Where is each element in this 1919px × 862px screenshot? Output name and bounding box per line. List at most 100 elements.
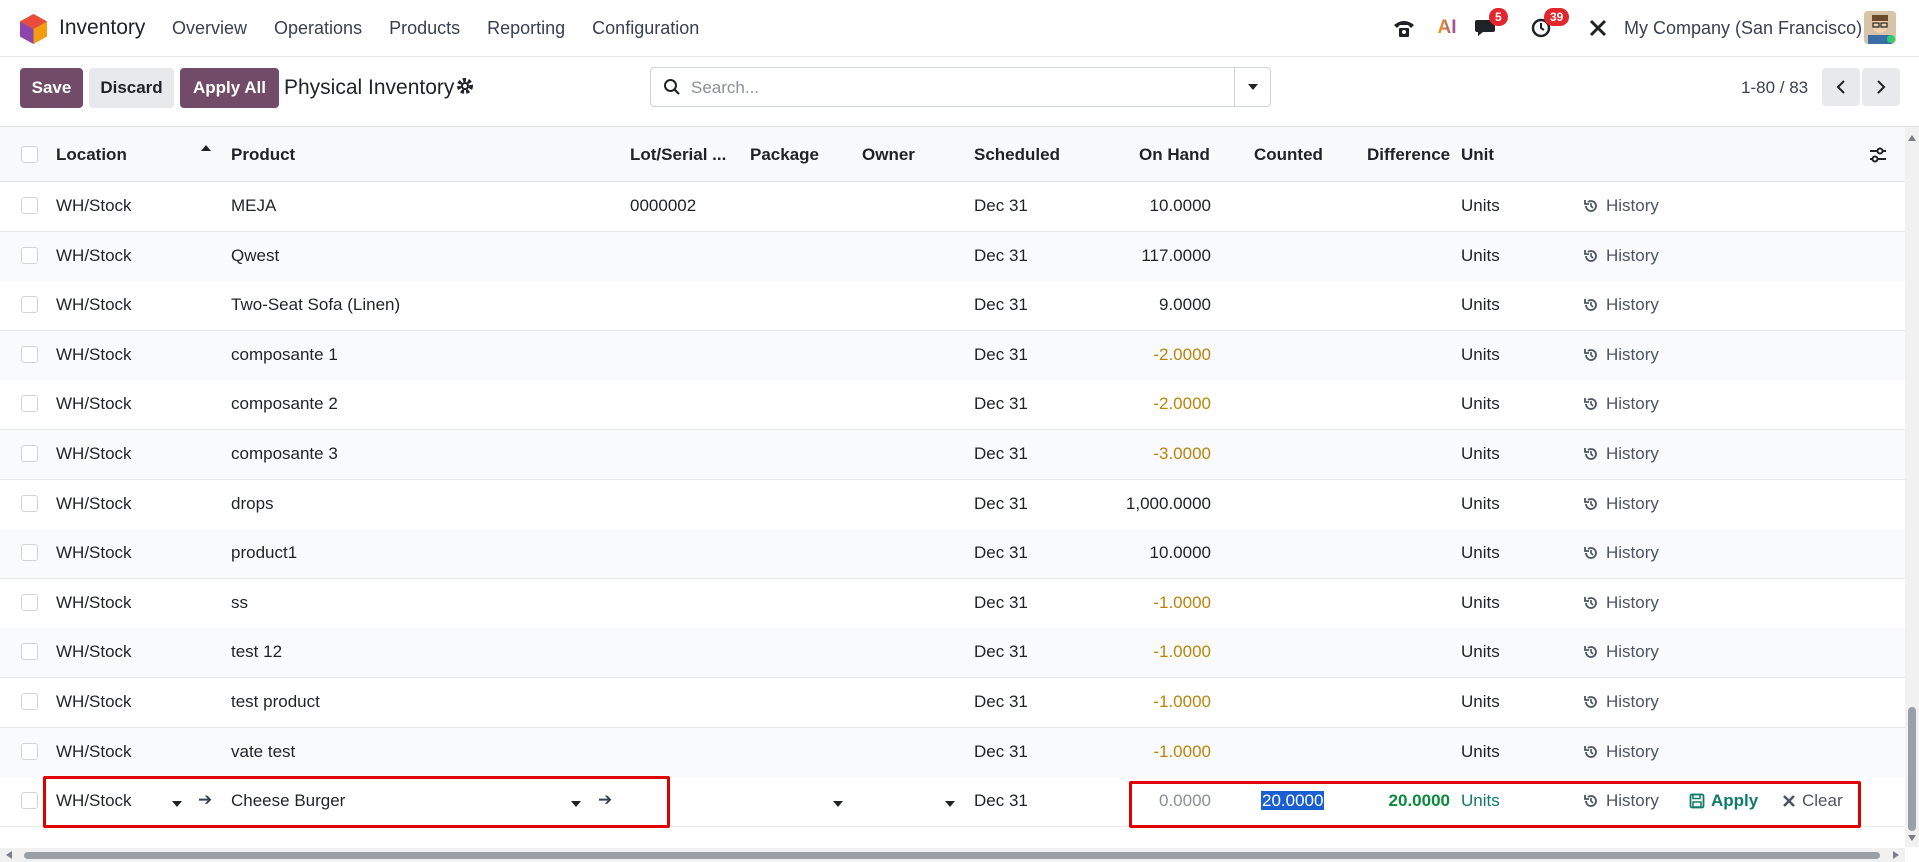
location-cell: WH/Stock [56,592,132,612]
menu-configuration[interactable]: Configuration [592,18,699,39]
phone-icon[interactable] [1391,16,1417,40]
history-button[interactable]: History [1583,295,1659,315]
control-panel: Save Discard Apply All Physical Inventor… [0,57,1919,127]
pager-value[interactable]: 1-80 / 83 [1741,78,1808,98]
table-row[interactable]: WH/Stock Two-Seat Sofa (Linen) Dec 31 9.000… [0,281,1905,332]
page-title: Physical Inventory [284,76,455,99]
package-dropdown-icon[interactable] [833,801,843,807]
history-button[interactable]: History [1583,196,1659,216]
history-label: History [1606,245,1659,265]
table-row[interactable]: WH/Stock product1 Dec 31 10.0000 Units Histor… [0,529,1905,580]
on-hand-cell: 10.0000 [1149,196,1211,215]
search-input[interactable] [691,76,1211,100]
vertical-scroll-thumb[interactable] [1908,707,1916,831]
row-checkbox[interactable] [21,197,38,214]
column-owner[interactable]: Owner [862,145,915,165]
row-checkbox[interactable] [21,593,38,611]
history-button[interactable]: History [1583,642,1659,662]
column-product[interactable]: Product [231,145,295,165]
column-location[interactable]: Location [56,145,127,165]
activity-clock-icon[interactable]: 39 [1528,8,1570,40]
row-checkbox[interactable] [21,395,38,413]
column-unit[interactable]: Unit [1461,145,1494,165]
history-button[interactable]: History [1583,246,1659,266]
history-button[interactable]: History [1583,394,1659,414]
column-on-hand[interactable]: On Hand [1139,145,1210,165]
history-label: History [1606,592,1659,612]
row-checkbox[interactable] [21,742,38,760]
horizontal-scrollbar[interactable] [0,848,1905,862]
unit-cell: Units [1461,444,1500,463]
scroll-up-icon[interactable] [1908,135,1916,141]
sort-ascending-icon [201,145,211,151]
horizontal-scroll-thumb[interactable] [24,852,1880,859]
user-avatar[interactable] [1864,11,1896,44]
app-name[interactable]: Inventory [59,16,145,40]
column-counted[interactable]: Counted [1254,145,1323,165]
product-cell: test product [231,692,320,711]
row-checkbox[interactable] [21,643,38,661]
pager-previous-button[interactable] [1822,68,1860,106]
menu-products[interactable]: Products [389,18,460,39]
column-difference[interactable]: Difference [1367,145,1450,165]
table-row[interactable]: WH/Stock Qwest Dec 31 117.0000 Units History [0,231,1905,282]
row-checkbox[interactable] [21,296,38,314]
product-cell: vate test [231,741,296,761]
unit-cell: Units [1461,245,1500,265]
column-package[interactable]: Package [750,145,819,165]
discard-button[interactable]: Discard [89,68,174,108]
history-button[interactable]: History [1583,692,1659,712]
scroll-down-icon[interactable] [1908,835,1916,841]
owner-dropdown-icon[interactable] [945,801,955,807]
row-checkbox[interactable] [21,792,38,809]
row-checkbox[interactable] [21,693,38,710]
scroll-right-icon[interactable] [1893,851,1899,859]
row-checkbox[interactable] [21,494,38,512]
gear-icon[interactable] [456,77,474,95]
column-lot-serial[interactable]: Lot/Serial ... [630,145,726,165]
menu-overview[interactable]: Overview [172,18,247,39]
table-row[interactable]: WH/Stock composante 1 Dec 31 -2.0000 Units Hi… [0,330,1905,381]
select-all-checkbox[interactable] [21,146,38,163]
table-row[interactable]: WH/Stock composante 2 Dec 31 -2.0000 Units Hi… [0,380,1905,431]
menu-reporting[interactable]: Reporting [487,18,565,39]
product-cell: product1 [231,543,298,563]
history-label: History [1606,692,1659,711]
pager-next-button[interactable] [1862,68,1900,106]
scheduled-cell: Dec 31 [974,741,1028,761]
history-button[interactable]: History [1583,444,1659,464]
table-row[interactable]: WH/Stock vate test Dec 31 -1.0000 Units Histo… [0,727,1905,778]
table-row[interactable]: WH/Stock ss Dec 31 -1.0000 Units History [0,578,1905,629]
save-button[interactable]: Save [20,68,83,108]
inventory-logo-icon[interactable] [20,14,47,44]
row-checkbox[interactable] [21,445,38,462]
history-button[interactable]: History [1583,494,1659,514]
ai-icon[interactable]: AI [1434,16,1460,40]
column-scheduled[interactable]: Scheduled [974,145,1060,165]
scroll-left-icon[interactable] [6,851,12,859]
row-checkbox[interactable] [21,246,38,264]
menu-operations[interactable]: Operations [274,18,362,39]
tools-icon[interactable] [1586,16,1610,40]
search-options-toggle[interactable] [1234,68,1270,106]
on-hand-cell: -2.0000 [1153,394,1211,414]
history-button[interactable]: History [1583,345,1659,365]
history-button[interactable]: History [1583,593,1659,613]
table-row[interactable]: WH/Stock composante 3 Dec 31 -3.0000 Units Hi… [0,430,1905,480]
table-row[interactable]: WH/Stock test product Dec 31 -1.0000 Units Hi… [0,678,1905,728]
history-button[interactable]: History [1583,742,1659,762]
company-switcher[interactable]: My Company (San Francisco) [1624,18,1862,39]
chat-icon[interactable]: 5 [1472,8,1508,40]
row-checkbox[interactable] [21,345,38,363]
vertical-scrollbar[interactable] [1905,127,1919,847]
row-checkbox[interactable] [21,544,38,562]
location-cell: WH/Stock [56,741,132,761]
optional-columns-icon[interactable] [1869,146,1887,164]
table-row[interactable]: WH/Stock test 12 Dec 31 -1.0000 Units History [0,628,1905,679]
table-row[interactable]: WH/Stock MEJA 0000002 Dec 31 10.0000 Units His… [0,182,1905,232]
history-button[interactable]: History [1583,543,1659,563]
apply-all-button[interactable]: Apply All [180,68,279,108]
table-row[interactable]: WH/Stock drops Dec 31 1,000.0000 Units Histor… [0,479,1905,530]
history-label: History [1606,394,1659,414]
scheduled-date[interactable]: Dec 31 [974,791,1028,811]
